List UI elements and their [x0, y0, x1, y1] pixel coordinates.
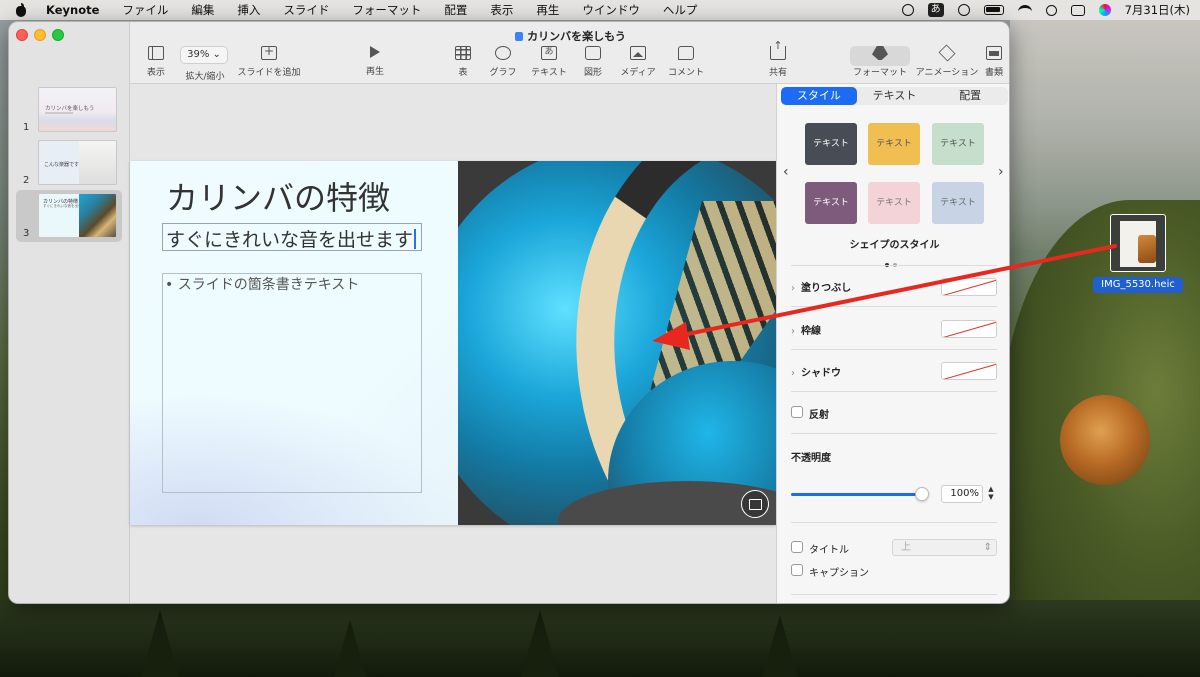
drag-arrow-annotation [652, 244, 1117, 350]
